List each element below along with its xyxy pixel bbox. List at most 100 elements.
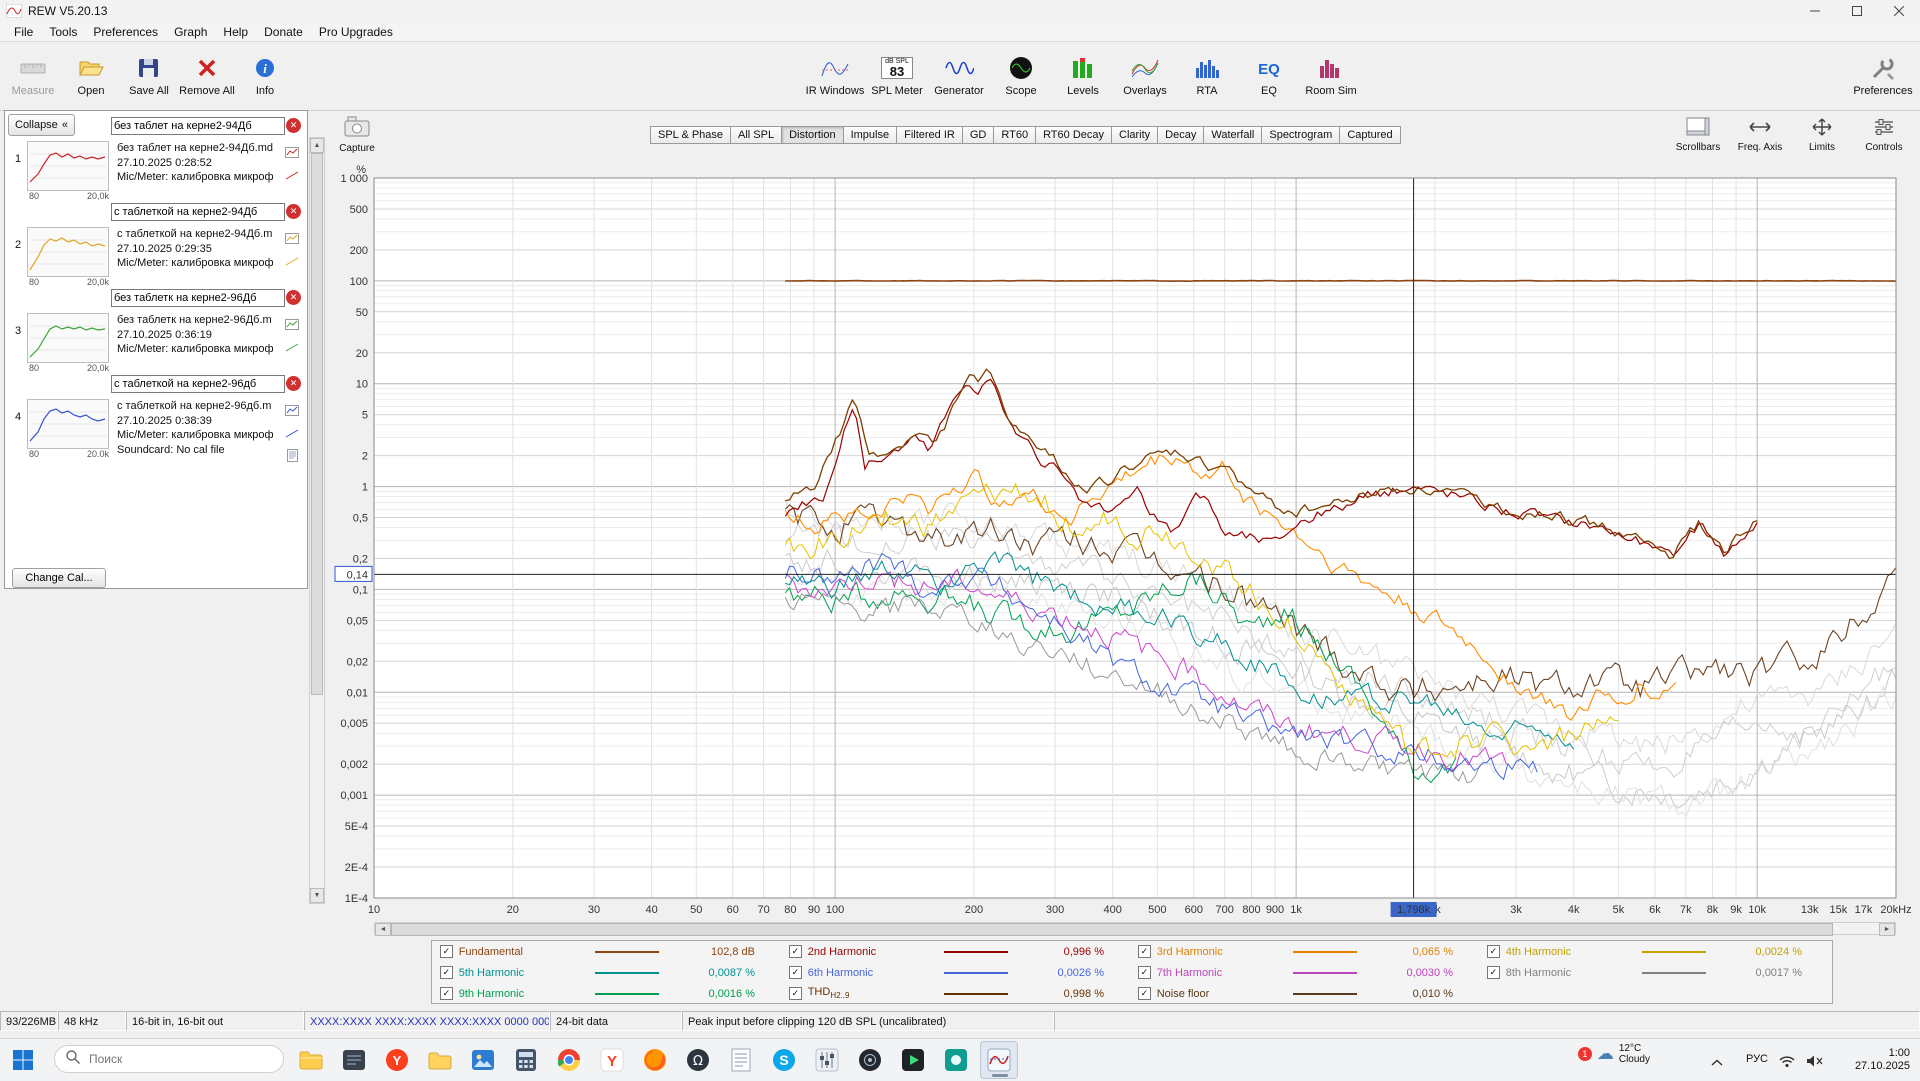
scrollbars-button[interactable]: Scrollbars [1670,112,1726,158]
taskbar-yandex-browser-icon[interactable]: Y [378,1041,416,1079]
freq-axis-button[interactable]: Freq. Axis [1732,112,1788,158]
scroll-left-arrow[interactable]: ◄ [375,923,391,936]
limits-button[interactable]: Limits [1794,112,1850,158]
measurement-name-field[interactable] [111,117,285,135]
taskbar-player-icon[interactable] [894,1041,932,1079]
taskbar-yandex-icon[interactable]: Y [593,1041,631,1079]
legend-checkbox[interactable]: ✓ [789,966,802,979]
taskbar-mixer-icon[interactable] [808,1041,846,1079]
tab-decay[interactable]: Decay [1158,126,1204,144]
measurement-item-3[interactable]: ✕38020,0kбез таблетк на керне2-96Дб.m27.… [5,289,305,373]
delete-measurement-icon[interactable]: ✕ [286,118,301,133]
toolbar-ir-windows-button[interactable]: IR Windows [806,44,864,106]
menu-donate[interactable]: Donate [256,23,311,41]
legend-checkbox[interactable]: ✓ [440,966,453,979]
measurement-name-field[interactable] [111,375,285,393]
language-indicator[interactable]: РУС [1746,1053,1768,1065]
tab-impulse[interactable]: Impulse [844,126,898,144]
legend-checkbox[interactable]: ✓ [789,945,802,958]
minimize-button[interactable] [1794,0,1836,22]
legend-checkbox[interactable]: ✓ [440,945,453,958]
toolbar-rta-button[interactable]: RTA [1178,44,1236,106]
close-button[interactable] [1878,0,1920,22]
measurement-thumbnail[interactable] [27,313,109,363]
delete-measurement-icon[interactable]: ✕ [286,290,301,305]
toolbar-generator-button[interactable]: Generator [930,44,988,106]
taskbar-folder-icon[interactable] [421,1041,459,1079]
legend-checkbox[interactable]: ✓ [1138,945,1151,958]
toolbar-measure-button[interactable]: Measure [4,44,62,106]
taskbar-notepad-icon[interactable] [722,1041,760,1079]
tab-all-spl[interactable]: All SPL [731,126,782,144]
measurement-item-4[interactable]: ✕48020.0kс таблеткой на керне2-96дб.m27.… [5,375,305,459]
tab-captured[interactable]: Captured [1340,126,1400,144]
toolbar-open-button[interactable]: Open [62,44,120,106]
toolbar-save-all-button[interactable]: Save All [120,44,178,106]
toolbar-spl-meter-button[interactable]: dB SPL83SPL Meter [868,44,926,106]
measurement-list-scrollbar[interactable]: ▲ ▼ [309,137,325,904]
measurement-thumbnail[interactable] [27,227,109,277]
tab-distortion[interactable]: Distortion [782,126,843,144]
taskbar-dark-app-icon[interactable] [335,1041,373,1079]
menu-help[interactable]: Help [215,23,256,41]
measurement-thumbnail[interactable] [27,399,109,449]
taskbar-rew-icon[interactable] [980,1041,1018,1079]
controls-button[interactable]: Controls [1856,112,1912,158]
taskbar-firefox-icon[interactable] [636,1041,674,1079]
collapse-panel-button[interactable]: Collapse « [8,114,75,136]
toolbar-levels-button[interactable]: Levels [1054,44,1112,106]
toolbar-info-button[interactable]: iInfo [236,44,294,106]
toolbar-overlays-button[interactable]: Overlays [1116,44,1174,106]
tab-spectrogram[interactable]: Spectrogram [1262,126,1340,144]
taskbar-calculator-icon[interactable] [507,1041,545,1079]
tab-gd[interactable]: GD [963,126,995,144]
start-button[interactable] [12,1049,34,1076]
wifi-icon[interactable] [1778,1054,1796,1073]
search-input[interactable] [87,1051,251,1067]
tray-expand-chevron-icon[interactable] [1710,1055,1724,1073]
tab-rt60-decay[interactable]: RT60 Decay [1036,126,1112,144]
maximize-button[interactable] [1836,0,1878,22]
toolbar-eq-button[interactable]: EQEQ [1240,44,1298,106]
delete-measurement-icon[interactable]: ✕ [286,204,301,219]
taskbar-search[interactable] [54,1045,284,1073]
menu-tools[interactable]: Tools [41,23,85,41]
taskbar-clock[interactable]: 1:00 27.10.2025 [1855,1047,1910,1073]
change-cal-button[interactable]: Change Cal... [12,568,106,588]
measurement-name-field[interactable] [111,289,285,307]
measurement-thumbnail[interactable] [27,141,109,191]
legend-checkbox[interactable]: ✓ [1138,987,1151,1000]
taskbar-chrome-icon[interactable] [550,1041,588,1079]
tab-waterfall[interactable]: Waterfall [1204,126,1262,144]
legend-checkbox[interactable]: ✓ [1138,966,1151,979]
toolbar-room-sim-button[interactable]: Room Sim [1302,44,1360,106]
tab-spl-phase[interactable]: SPL & Phase [650,126,731,144]
distortion-chart[interactable]: 1 0005002001005020105210,50,20,10,050,02… [330,160,1920,922]
legend-checkbox[interactable]: ✓ [1487,966,1500,979]
taskbar-photos-icon[interactable] [464,1041,502,1079]
measurement-item-2[interactable]: ✕28020,0kс таблеткой на керне2-94Дб.m27.… [5,203,305,287]
taskbar-camera-icon[interactable] [851,1041,889,1079]
scroll-down-arrow[interactable]: ▼ [310,888,324,903]
delete-measurement-icon[interactable]: ✕ [286,376,301,391]
toolbar-remove-all-button[interactable]: Remove All [178,44,236,106]
scroll-right-arrow[interactable]: ► [1879,923,1895,936]
taskbar-skype-icon[interactable]: S [765,1041,803,1079]
menu-file[interactable]: File [6,23,41,41]
scroll-up-arrow[interactable]: ▲ [310,138,324,153]
menu-preferences[interactable]: Preferences [85,23,166,41]
legend-checkbox[interactable]: ✓ [789,987,802,1000]
taskbar-gallery-icon[interactable] [937,1041,975,1079]
toolbar-scope-button[interactable]: Scope [992,44,1050,106]
legend-checkbox[interactable]: ✓ [1487,945,1500,958]
tab-rt60[interactable]: RT60 [994,126,1036,144]
taskbar-file-explorer-icon[interactable] [292,1041,330,1079]
toolbar-preferences-button[interactable]: Preferences [1854,44,1912,106]
scrollbar-thumb[interactable] [391,923,1833,936]
capture-button[interactable]: Capture [332,112,382,158]
legend-checkbox[interactable]: ✓ [440,987,453,1000]
taskbar-omega-icon[interactable]: Ω [679,1041,717,1079]
taskbar-weather-widget[interactable]: 1 ☁ 12°C Cloudy [1578,1043,1650,1065]
measurement-name-field[interactable] [111,203,285,221]
tab-clarity[interactable]: Clarity [1112,126,1158,144]
